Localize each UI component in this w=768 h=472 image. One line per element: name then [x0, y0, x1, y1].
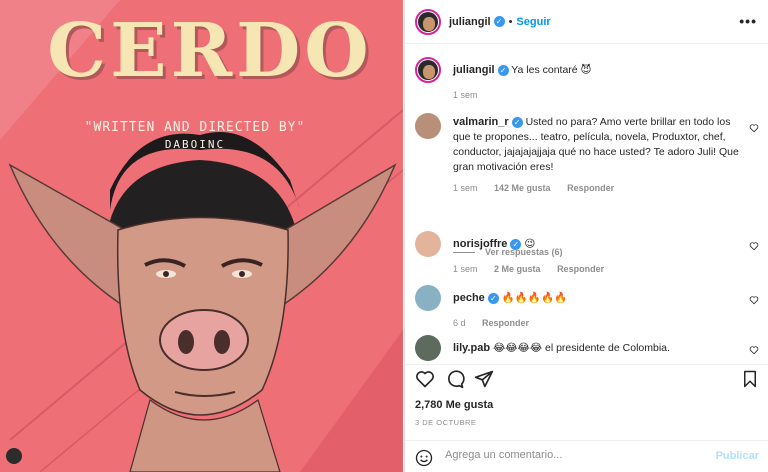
like-comment-heart-icon[interactable]	[749, 241, 759, 251]
comment-bubble-icon[interactable]	[445, 369, 465, 389]
caption-text: Ya les contaré 😈	[511, 64, 592, 76]
emoji-icon[interactable]	[415, 449, 433, 467]
verified-badge-icon: ✓	[487, 292, 499, 304]
comment-username[interactable]: lily.pab	[453, 342, 490, 354]
comment-time[interactable]: 1 sem	[453, 264, 478, 274]
poster-subtitle: "WRITTEN AND DIRECTED BY"	[84, 120, 306, 135]
save-bookmark-icon[interactable]	[741, 369, 759, 389]
author-username[interactable]: juliangil	[449, 16, 491, 28]
caption-time[interactable]: 1 sem	[453, 90, 478, 100]
publish-button[interactable]: Publicar	[716, 450, 759, 462]
commenter-avatar[interactable]	[415, 285, 441, 311]
reply-button[interactable]: Responder	[557, 264, 604, 274]
like-comment-heart-icon[interactable]	[749, 345, 759, 355]
separator-dot: •	[508, 15, 513, 28]
verified-badge-icon: ✓	[511, 116, 523, 128]
more-options-icon[interactable]: •••	[739, 13, 757, 29]
post-date[interactable]: 3 DE OCTUBRE	[415, 418, 476, 427]
comment-text: 🔥🔥🔥🔥🔥	[501, 292, 568, 304]
verified-badge-icon: ✓	[510, 238, 522, 250]
comment-text: 😉	[524, 238, 536, 250]
like-comment-heart-icon[interactable]	[749, 123, 759, 133]
author-avatar[interactable]	[415, 8, 441, 35]
commenter-avatar[interactable]	[415, 113, 441, 139]
reply-button[interactable]: Responder	[482, 318, 529, 328]
verified-badge-icon: ✓	[493, 16, 505, 27]
poster-author: DABOINC	[164, 138, 226, 151]
poster-title: CERDO	[47, 8, 373, 94]
comment-body: valmarin_r ✓ Usted no para? Amo verte bri…	[453, 115, 745, 196]
comment-time[interactable]: 6 d	[453, 318, 466, 328]
caption-username[interactable]: juliangil	[453, 64, 495, 76]
caption-body: juliangil ✓ Ya les contaré 😈 1 sem	[453, 63, 745, 103]
caption-avatar[interactable]	[415, 57, 441, 83]
comment-time[interactable]: 1 sem	[453, 183, 478, 193]
post-header: juliangil ✓ • Seguir •••	[405, 0, 768, 44]
like-heart-icon[interactable]	[415, 369, 435, 389]
comment-body: peche ✓ 🔥🔥🔥🔥🔥 6 d Responder	[453, 291, 745, 331]
comments-list: juliangil ✓ Ya les contaré 😈 1 sem valmar…	[405, 45, 768, 363]
follow-button[interactable]: Seguir	[516, 16, 550, 28]
like-comment-heart-icon[interactable]	[749, 295, 759, 305]
comment-likes[interactable]: 142 Me gusta	[494, 183, 551, 193]
comment-username[interactable]: peche	[453, 292, 485, 304]
commenter-avatar[interactable]	[415, 335, 441, 361]
commenter-avatar[interactable]	[415, 231, 441, 257]
comment-text: 😂😂😂😂 el presidente de Colombia.	[493, 342, 670, 354]
post-image[interactable]: CERDO "WRITTEN AND DIRECTED BY" DABOINC	[0, 0, 403, 472]
comment-input[interactable]	[445, 449, 705, 461]
reply-button[interactable]: Responder	[567, 183, 614, 193]
share-send-icon[interactable]	[474, 369, 494, 389]
verified-badge-icon: ✓	[497, 64, 509, 76]
add-comment-bar: Publicar	[405, 440, 768, 472]
comment-body: lily.pab 😂😂😂😂 el presidente de Colombia.	[453, 341, 745, 356]
likes-count[interactable]: 2,780 Me gusta	[415, 399, 493, 411]
comment-username[interactable]: valmarin_r	[453, 116, 509, 128]
post-view: CERDO "WRITTEN AND DIRECTED BY" DABOINC …	[0, 0, 768, 472]
post-details-panel: juliangil ✓ • Seguir ••• juliangil ✓ Ya l…	[404, 0, 768, 472]
comment-body: norisjoffre ✓ 😉 1 sem 2 Me gusta Responde…	[453, 237, 745, 277]
comment-username[interactable]: norisjoffre	[453, 238, 507, 250]
comment-likes[interactable]: 2 Me gusta	[494, 264, 541, 274]
action-bar	[405, 364, 768, 390]
